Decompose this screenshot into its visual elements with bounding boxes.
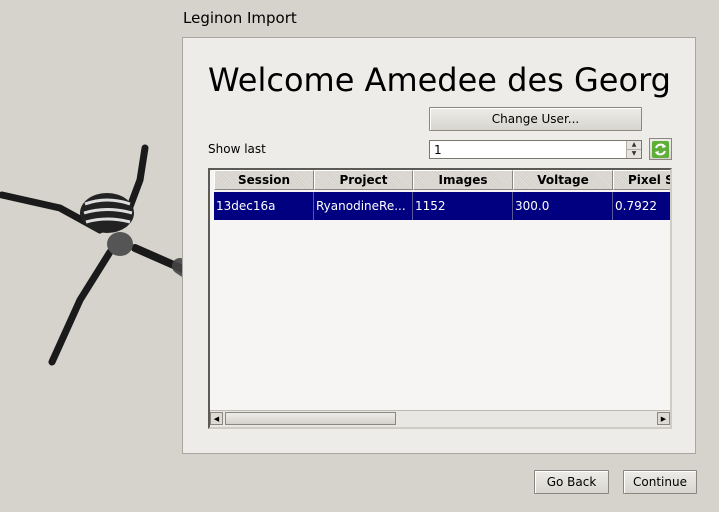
spin-arrows[interactable]: ▲ ▼ [626, 141, 641, 158]
cell-images: 1152 [413, 192, 513, 220]
horizontal-scrollbar[interactable]: ◀ ▶ [210, 410, 670, 427]
continue-button[interactable]: Continue [623, 470, 697, 494]
column-header-pixel-size[interactable]: Pixel S [613, 170, 670, 190]
column-header-voltage[interactable]: Voltage [513, 170, 613, 190]
column-header-session[interactable]: Session [214, 170, 314, 190]
scroll-right-icon[interactable]: ▶ [657, 412, 670, 425]
wizard-panel: Welcome Amedee des Georg Change User... … [182, 37, 696, 454]
sessions-table[interactable]: Session Project Images Voltage Pixel S 1… [208, 168, 672, 429]
welcome-heading: Welcome Amedee des Georg [208, 61, 671, 99]
table-row[interactable]: 13dec16a RyanodineRe... 1152 300.0 0.792… [214, 192, 670, 220]
cell-session: 13dec16a [214, 192, 314, 220]
column-header-project[interactable]: Project [314, 170, 413, 190]
scroll-left-icon[interactable]: ◀ [210, 412, 223, 425]
table-header: Session Project Images Voltage Pixel S [214, 170, 670, 190]
change-user-button[interactable]: Change User... [429, 107, 642, 131]
cell-voltage: 300.0 [513, 192, 613, 220]
show-last-spinbox[interactable]: 1 ▲ ▼ [429, 140, 642, 159]
show-last-label: Show last [208, 142, 266, 156]
spin-up-icon[interactable]: ▲ [627, 141, 641, 150]
refresh-button[interactable] [649, 138, 672, 160]
cell-pixel-size: 0.7922 [615, 199, 657, 213]
show-last-value[interactable]: 1 [434, 143, 442, 157]
refresh-icon [652, 140, 669, 158]
window-title: Leginon Import [183, 9, 297, 27]
spin-down-icon[interactable]: ▼ [627, 150, 641, 158]
cell-project: RyanodineRe... [314, 192, 413, 220]
go-back-button[interactable]: Go Back [534, 470, 609, 494]
column-header-images[interactable]: Images [413, 170, 513, 190]
scroll-thumb[interactable] [225, 412, 396, 425]
